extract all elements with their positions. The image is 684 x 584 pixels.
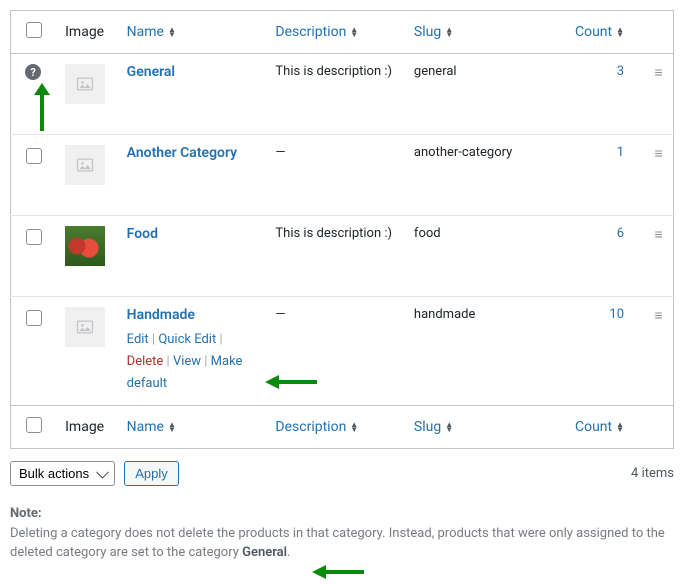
category-count-link[interactable]: 3 [617, 64, 624, 79]
sort-icon: ▲▼ [616, 27, 624, 37]
note-block: Note: Deleting a category does not delet… [10, 504, 674, 563]
sort-icon: ▲▼ [168, 422, 176, 432]
category-count-link[interactable]: 10 [609, 307, 624, 322]
help-icon[interactable]: ? [25, 64, 41, 80]
category-name-link[interactable]: General [127, 64, 175, 80]
delete-link[interactable]: Delete [127, 354, 164, 369]
table-row: Another Category — another-category 1 ≡ [11, 135, 674, 216]
category-count-link[interactable]: 6 [617, 226, 624, 241]
column-name-sort-footer[interactable]: Name▲▼ [127, 419, 176, 435]
category-slug: food [404, 216, 563, 297]
column-slug-sort[interactable]: Slug▲▼ [414, 24, 453, 40]
annotation-arrow-icon [312, 562, 364, 582]
quick-edit-link[interactable]: Quick Edit [158, 332, 216, 347]
bulk-actions-select[interactable]: Bulk actions [10, 461, 115, 486]
category-description: This is description :) [265, 216, 404, 297]
drag-handle-icon[interactable]: ≡ [654, 64, 662, 81]
thumbnail-placeholder [65, 145, 105, 185]
sort-icon: ▲▼ [616, 422, 624, 432]
drag-handle-icon[interactable]: ≡ [654, 226, 662, 243]
column-image-footer: Image [55, 406, 117, 449]
category-name-link[interactable]: Food [127, 226, 158, 242]
image-icon [75, 74, 95, 94]
sort-icon: ▲▼ [168, 27, 176, 37]
row-checkbox[interactable] [26, 229, 42, 245]
sort-icon: ▲▼ [350, 422, 358, 432]
column-slug-sort-footer[interactable]: Slug▲▼ [414, 419, 453, 435]
category-description: This is description :) [265, 54, 404, 135]
drag-handle-icon[interactable]: ≡ [654, 307, 662, 324]
select-all-checkbox[interactable] [26, 22, 42, 38]
image-icon [75, 317, 95, 337]
drag-handle-icon[interactable]: ≡ [654, 145, 662, 162]
category-name-link[interactable]: Another Category [127, 145, 237, 161]
thumbnail-image [65, 226, 105, 266]
row-actions: Edit | Quick Edit | Delete | View | Make… [127, 329, 256, 395]
note-text: Deleting a category does not delete the … [10, 526, 665, 561]
view-link[interactable]: View [173, 354, 201, 369]
note-heading: Note: [10, 506, 42, 521]
row-checkbox[interactable] [26, 310, 42, 326]
column-image: Image [55, 11, 117, 54]
column-description-sort-footer[interactable]: Description▲▼ [275, 419, 358, 435]
sort-icon: ▲▼ [445, 422, 453, 432]
table-row: ? General This is description :) general… [11, 54, 674, 135]
items-count: 4 items [631, 466, 674, 481]
column-name-sort[interactable]: Name▲▼ [127, 24, 176, 40]
category-count-link[interactable]: 1 [617, 145, 624, 160]
category-slug: handmade [404, 297, 563, 406]
category-slug: another-category [404, 135, 563, 216]
column-description-sort[interactable]: Description▲▼ [275, 24, 358, 40]
category-description: — [265, 135, 404, 216]
apply-button[interactable]: Apply [124, 461, 179, 486]
category-slug: general [404, 54, 563, 135]
category-name-link[interactable]: Handmade [127, 307, 195, 323]
sort-icon: ▲▼ [350, 27, 358, 37]
image-icon [75, 155, 95, 175]
table-row: Handmade Edit | Quick Edit | Delete | Vi… [11, 297, 674, 406]
category-description: — [265, 297, 404, 406]
row-checkbox[interactable] [26, 148, 42, 164]
table-row: Food This is description :) food 6 ≡ [11, 216, 674, 297]
select-all-checkbox-bottom[interactable] [26, 417, 42, 433]
column-count-sort-footer[interactable]: Count▲▼ [575, 419, 624, 435]
thumbnail-placeholder [65, 307, 105, 347]
thumbnail-placeholder [65, 64, 105, 104]
edit-link[interactable]: Edit [127, 332, 149, 347]
column-count-sort[interactable]: Count▲▼ [575, 24, 624, 40]
sort-icon: ▲▼ [445, 27, 453, 37]
note-default-category: General [242, 545, 287, 560]
